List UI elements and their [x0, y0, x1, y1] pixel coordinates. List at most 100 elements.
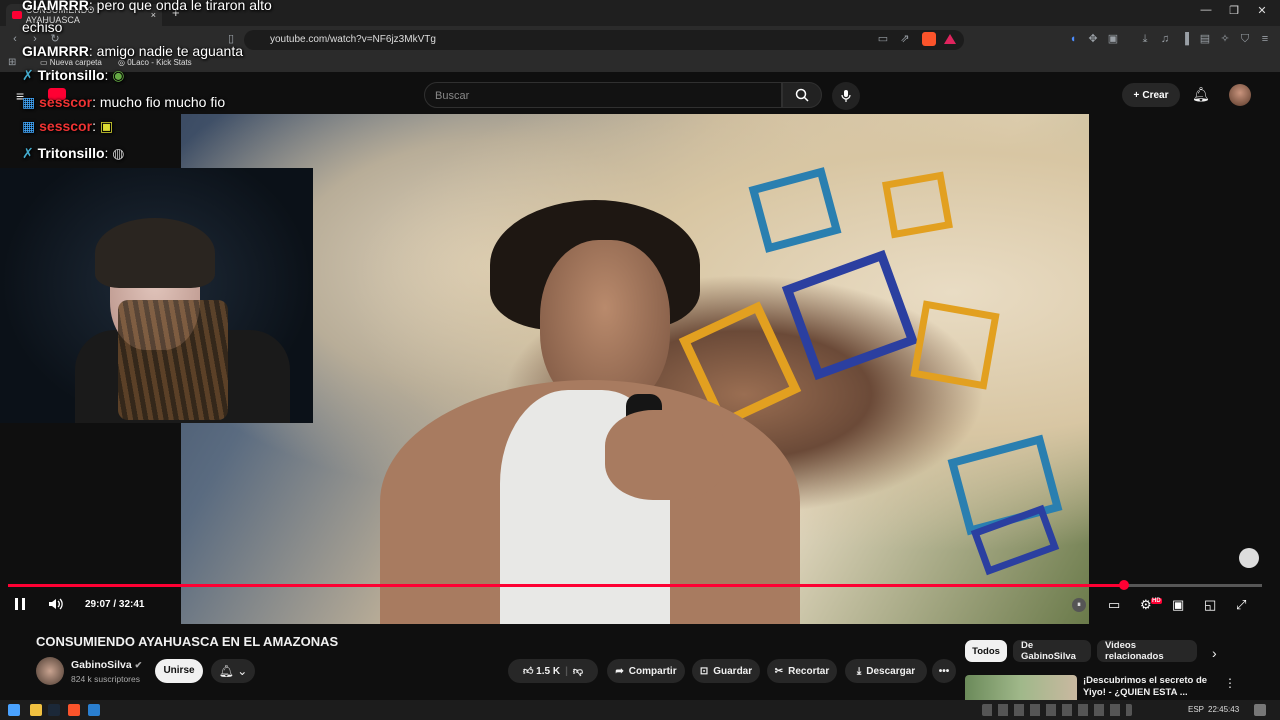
share-button[interactable]: ➦ Compartir [607, 659, 685, 683]
chip-channel[interactable]: De GabinoSilva [1013, 640, 1091, 662]
extension-icon[interactable]: ▣ [1106, 32, 1120, 46]
like-dislike-group: 👍︎ 1.5 K | 👎︎ [508, 659, 598, 683]
search-input[interactable]: Buscar [424, 82, 782, 108]
emote-icon: ▣ [99, 118, 114, 134]
chat-message: GIAMRRR: amigo nadie te aguanta [22, 43, 244, 59]
chat-username: sesscor [39, 118, 93, 134]
badge-icon: ▦ [22, 94, 36, 110]
settings-gear-icon[interactable]: ⚙︎ [1140, 597, 1152, 613]
subscribe-notifications-button[interactable]: 🔔︎ ⌄ [211, 659, 255, 683]
join-button[interactable]: Unirse [155, 659, 203, 683]
taskbar-clock[interactable]: 22:45:43 [1208, 705, 1239, 714]
vpn-icon[interactable]: ⛉ [1238, 32, 1252, 46]
more-vert-icon[interactable]: ⋮ [1224, 676, 1236, 690]
chat-username: GIAMRRR [22, 43, 89, 59]
video-title: CONSUMIENDO AYAHUASCA EN EL AMAZONAS [36, 634, 339, 649]
menu-icon[interactable]: ≡ [1258, 32, 1272, 46]
channel-watermark[interactable] [1239, 548, 1259, 568]
install-icon[interactable]: ▭ [876, 32, 890, 46]
scissors-icon: ✂ [774, 665, 784, 677]
like-button[interactable]: 👍︎ 1.5 K [523, 665, 560, 677]
back-icon[interactable]: ‹ [8, 32, 22, 46]
emote-icon: ◍ [112, 145, 125, 161]
search-icon [795, 88, 809, 102]
download-icon[interactable]: ⤓ [1138, 32, 1152, 46]
pause-icon [15, 598, 25, 610]
chevron-right-icon[interactable]: › [1212, 645, 1217, 661]
language-indicator[interactable]: ESP [1188, 705, 1204, 714]
search-button[interactable] [782, 82, 822, 108]
close-window-button[interactable]: ✕ [1252, 4, 1272, 17]
leo-icon[interactable]: ✧ [1218, 32, 1232, 46]
brave-shield-icon[interactable] [922, 32, 936, 46]
download-label: Descargar [866, 665, 916, 677]
fullscreen-icon[interactable]: ⤢ [1236, 597, 1246, 613]
like-count: 1.5 K [536, 666, 561, 677]
share-label: Compartir [628, 665, 677, 677]
volume-button[interactable] [48, 597, 64, 614]
streamer-braids [118, 300, 228, 420]
share-icon: ➦ [615, 665, 624, 677]
more-icon: ••• [938, 665, 950, 677]
theater-mode-icon[interactable]: ▣ [1172, 597, 1184, 613]
download-button[interactable]: ⤓ Descargar [845, 659, 927, 683]
save-button[interactable]: ⊡ Guardar [692, 659, 760, 683]
rewards-icon[interactable] [944, 34, 956, 44]
volume-icon [49, 598, 63, 610]
extensions-icon[interactable]: ✥ [1086, 32, 1100, 46]
minimize-button[interactable]: — [1196, 4, 1216, 16]
share-page-icon[interactable]: ⇗ [898, 32, 912, 46]
clip-button[interactable]: ✂ Recortar [767, 659, 837, 683]
wallet-icon[interactable]: ▤ [1198, 32, 1212, 46]
bookmark-kick[interactable]: ◎ 0Laco - Kick Stats [118, 58, 192, 67]
chat-text: amigo nadie te aguanta [96, 43, 244, 59]
audio-icon[interactable]: ◖ [1066, 32, 1080, 46]
channel-name[interactable]: GabinoSilva ✔ [71, 659, 142, 671]
pause-button[interactable] [14, 597, 26, 614]
notifications-icon[interactable] [1254, 704, 1266, 716]
chip-all[interactable]: Todos [965, 640, 1007, 662]
cast-icon[interactable]: ◱ [1204, 597, 1216, 613]
chat-message: ▦ sesscor: mucho fio mucho fio [22, 94, 226, 110]
steam-icon[interactable] [48, 704, 60, 716]
save-label: Guardar [713, 665, 753, 677]
autoplay-toggle[interactable]: ⏸︎ [1072, 598, 1086, 612]
thumbs-up-icon: 👍︎ [522, 666, 534, 677]
clip-label: Recortar [788, 665, 830, 677]
related-video-title[interactable]: ¡Descubrimos el secreto de Yiyo! - ¿QUIE… [1083, 675, 1213, 699]
chat-message: echiso [22, 19, 62, 35]
emote-icon: ◉ [112, 67, 125, 83]
bookmark-label: 0Laco - Kick Stats [127, 58, 192, 67]
badge-icon: ▦ [22, 118, 36, 134]
chat-message: GIAMRRR: pero que onda le tiraron alto [22, 0, 272, 13]
more-actions-button[interactable]: ••• [932, 659, 956, 683]
create-button[interactable]: + Crear [1122, 83, 1180, 107]
apps-icon[interactable]: ⊞ [8, 57, 16, 68]
subtitles-icon[interactable]: ▭ [1108, 597, 1120, 613]
voice-search-button[interactable] [832, 82, 860, 110]
streamer-hair [95, 218, 215, 288]
chat-message: ✗ Tritonsillo: ◉ [22, 67, 125, 83]
chat-text: mucho fio mucho fio [99, 94, 226, 110]
create-label: Crear [1142, 89, 1169, 101]
app-taskbar-icon[interactable] [88, 704, 100, 716]
url-text: youtube.com/watch?v=NF6jz3MkVTg [270, 34, 436, 45]
progress-scrubber[interactable] [1119, 580, 1130, 590]
channel-avatar[interactable] [36, 657, 64, 685]
url-field[interactable]: youtube.com/watch?v=NF6jz3MkVTg [244, 30, 964, 50]
restore-button[interactable]: ❐ [1224, 4, 1244, 17]
chip-related[interactable]: Videos relacionados [1097, 640, 1197, 662]
sidebar-icon[interactable]: ▐ [1178, 32, 1192, 46]
dislike-button[interactable]: 👎︎ [573, 665, 583, 677]
notifications-bell-icon[interactable]: 🔔︎ [1192, 86, 1210, 103]
music-icon[interactable]: ♫ [1158, 32, 1172, 46]
chevron-down-icon: ⌄ [237, 664, 248, 678]
brave-taskbar-icon[interactable] [68, 704, 80, 716]
windows-start-icon[interactable] [8, 704, 20, 716]
file-explorer-icon[interactable] [30, 704, 42, 716]
system-tray-icons[interactable] [982, 704, 1132, 716]
chat-text: pero que onda le tiraron alto [96, 0, 272, 13]
chat-text: echiso [22, 19, 63, 35]
account-avatar[interactable] [1229, 84, 1251, 106]
bookmark-folder[interactable]: ▭ Nueva carpeta [40, 58, 102, 67]
